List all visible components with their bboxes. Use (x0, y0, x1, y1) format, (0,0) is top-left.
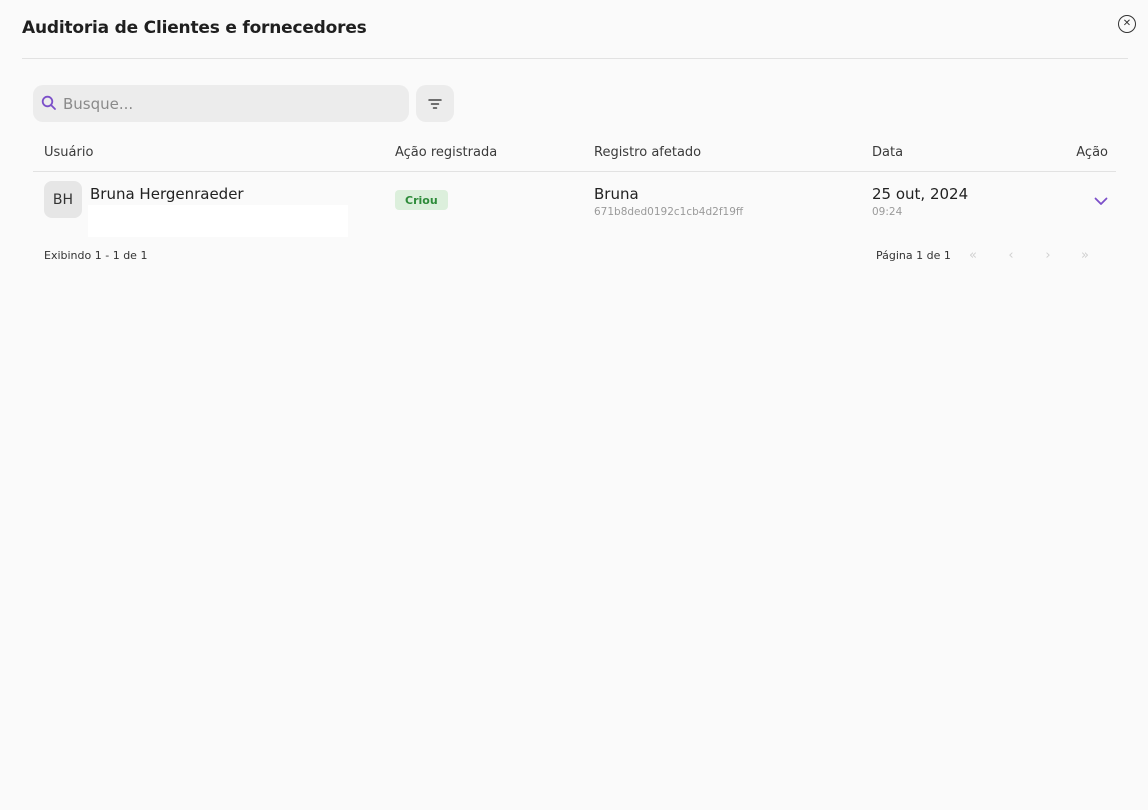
search-input[interactable] (63, 85, 403, 122)
close-circle-icon: ✕ (1122, 18, 1132, 29)
avatar: BH (44, 181, 82, 218)
header-date: Data (872, 145, 904, 160)
user-email-redacted (88, 205, 348, 237)
search-icon (41, 95, 56, 110)
header-act: Ação (1076, 145, 1108, 160)
prev-page-button[interactable]: ‹ (1002, 246, 1020, 264)
action-badge: Criou (395, 190, 448, 210)
user-name: Bruna Hergenraeder (90, 185, 244, 203)
expand-row-button[interactable] (1090, 192, 1112, 210)
header-record: Registro afetado (594, 145, 702, 160)
page-info: Página 1 de 1 (876, 249, 951, 262)
search-box (33, 85, 409, 122)
table-header: Usuário Ação registrada Registro afetado… (33, 134, 1116, 172)
chevron-down-icon (1094, 197, 1108, 205)
filter-button[interactable] (416, 85, 454, 122)
row-date: 25 out, 2024 (872, 185, 969, 203)
record-id: 671b8ded0192c1cb4d2f19ff (594, 206, 744, 218)
record-name: Bruna (594, 185, 639, 203)
row-time: 09:24 (872, 206, 903, 218)
first-page-button[interactable]: « (964, 246, 982, 264)
next-page-button[interactable]: › (1039, 246, 1057, 264)
showing-count: Exibindo 1 - 1 de 1 (44, 249, 148, 262)
header-action: Ação registrada (395, 145, 498, 160)
audit-modal: Auditoria de Clientes e fornecedores ✕ U… (0, 0, 1148, 810)
modal-title: Auditoria de Clientes e fornecedores (22, 18, 367, 38)
last-page-button[interactable]: » (1076, 246, 1094, 264)
modal-header: Auditoria de Clientes e fornecedores ✕ (22, 0, 1136, 59)
header-user: Usuário (44, 145, 94, 160)
filter-icon (428, 98, 442, 109)
close-button[interactable]: ✕ (1118, 15, 1136, 33)
table-row: BH Bruna Hergenraeder Criou Bruna 671b8d… (33, 172, 1116, 242)
